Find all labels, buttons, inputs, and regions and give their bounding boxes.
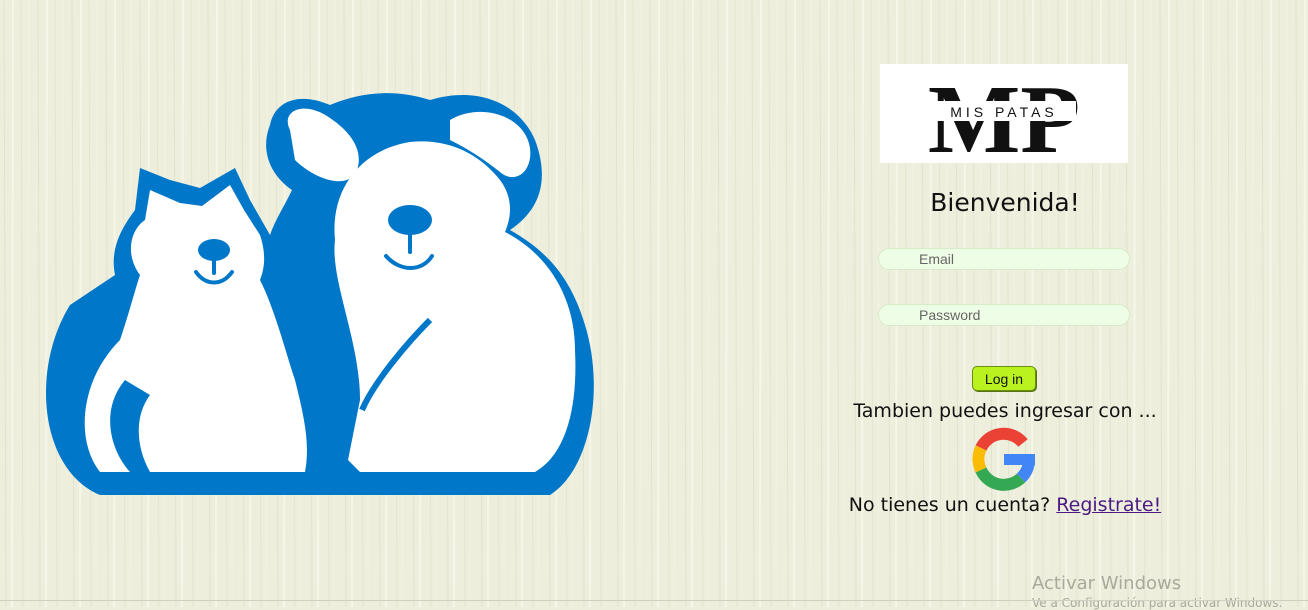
cat-and-dog-mascot	[46, 93, 594, 496]
email-field[interactable]	[878, 248, 1130, 270]
login-panel: MP MIS PATAS Bienvenida! Log in Tambien …	[840, 60, 1170, 540]
mis-patas-logo: MP MIS PATAS	[880, 64, 1128, 163]
activation-title: Activar Windows	[1032, 573, 1182, 594]
welcome-heading: Bienvenida!	[930, 188, 1080, 217]
activation-subtitle: Ve a Configuración para activar Windows.	[1032, 596, 1283, 610]
password-field[interactable]	[878, 304, 1130, 326]
google-icon[interactable]	[971, 426, 1037, 492]
logo-brand-name: MIS PATAS	[950, 104, 1058, 120]
password-input[interactable]	[879, 305, 1129, 325]
email-input[interactable]	[879, 249, 1129, 269]
signup-text: No tienes un cuenta?	[848, 494, 1051, 516]
login-button[interactable]: Log in	[972, 366, 1036, 391]
alternative-login-text: Tambien puedes ingresar con ...	[853, 400, 1157, 422]
windows-activation-watermark: Activar Windows Ve a Configuración para …	[1032, 573, 1282, 610]
signup-link[interactable]: Registrate!	[1056, 494, 1161, 516]
taskbar-edge	[0, 600, 1308, 601]
signup-prompt: No tienes un cuenta? Registrate!	[840, 494, 1170, 516]
